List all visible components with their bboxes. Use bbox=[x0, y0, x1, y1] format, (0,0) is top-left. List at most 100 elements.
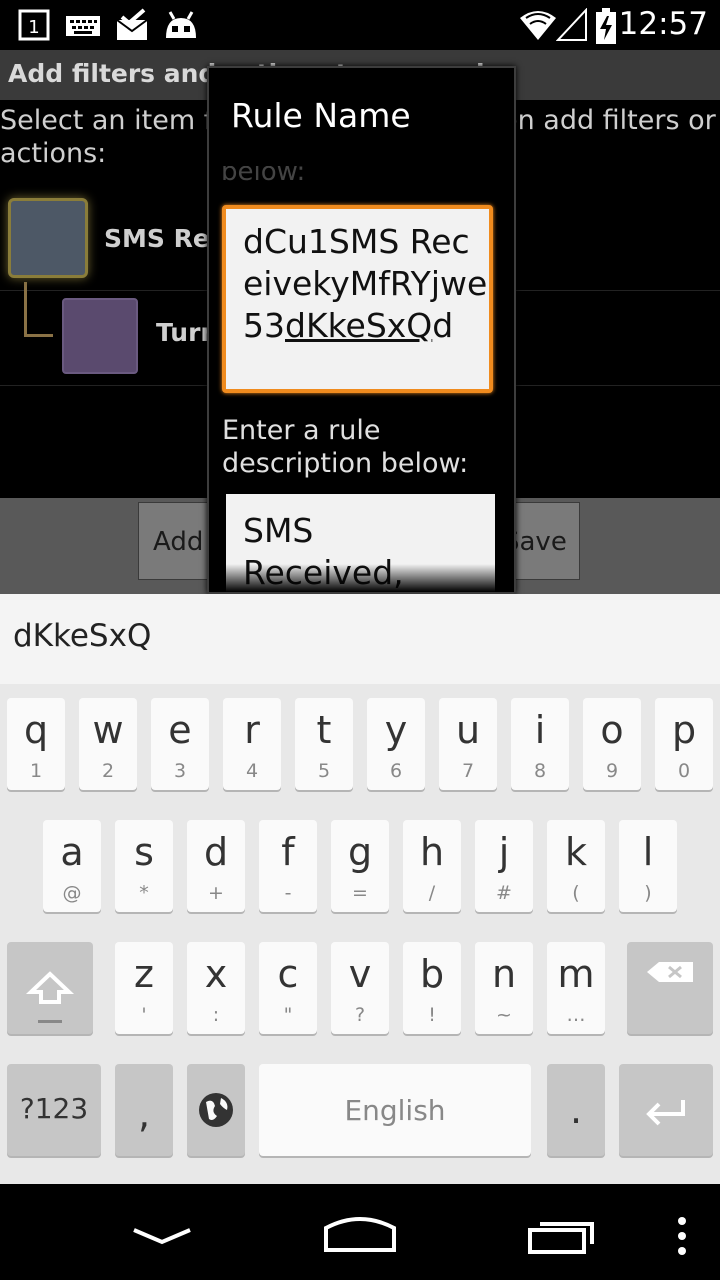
key-j[interactable]: j # bbox=[475, 820, 533, 912]
signal-icon bbox=[555, 7, 588, 42]
key-a[interactable]: a @ bbox=[43, 820, 101, 912]
key-p[interactable]: p0 bbox=[655, 698, 713, 790]
key-v[interactable]: v? bbox=[331, 942, 389, 1034]
key-d[interactable]: d + bbox=[187, 820, 245, 912]
navigation-bar bbox=[0, 1184, 720, 1280]
key-e[interactable]: e3 bbox=[151, 698, 209, 790]
key-sublabel: - bbox=[284, 882, 292, 904]
key-sublabel: 6 bbox=[389, 760, 403, 782]
language-key[interactable] bbox=[187, 1064, 245, 1156]
key-w[interactable]: w2 bbox=[79, 698, 137, 790]
key-m[interactable]: m… bbox=[547, 942, 605, 1034]
home-icon[interactable] bbox=[322, 1212, 398, 1256]
key-h[interactable]: h / bbox=[403, 820, 461, 912]
key-label: t bbox=[316, 708, 332, 752]
key-sublabel: @ bbox=[62, 882, 82, 904]
key-o[interactable]: o9 bbox=[583, 698, 641, 790]
key-r[interactable]: r4 bbox=[223, 698, 281, 790]
scrolled-hint-text: below: bbox=[221, 166, 306, 184]
status-bar: 1 12:57 bbox=[0, 0, 720, 50]
comma-label: , bbox=[137, 1092, 151, 1136]
enter-key[interactable] bbox=[619, 1064, 713, 1156]
key-z[interactable]: z ' bbox=[115, 942, 173, 1034]
key-g[interactable]: g = bbox=[331, 820, 389, 912]
description-label: Enter a rule description below: bbox=[222, 415, 469, 479]
menu-icon[interactable] bbox=[676, 1216, 688, 1256]
key-f[interactable]: f- bbox=[259, 820, 317, 912]
key-label: p bbox=[671, 708, 697, 752]
key-k[interactable]: k( bbox=[547, 820, 605, 912]
key-sublabel: 3 bbox=[173, 760, 187, 782]
battery-charging-icon bbox=[594, 8, 618, 44]
key-label: g bbox=[347, 830, 373, 874]
period-key[interactable]: . bbox=[547, 1064, 605, 1156]
key-s[interactable]: s * bbox=[115, 820, 173, 912]
backspace-icon bbox=[647, 962, 693, 982]
trigger-icon bbox=[8, 198, 88, 278]
key-sublabel: / bbox=[428, 882, 436, 904]
comma-key[interactable]: , bbox=[115, 1064, 173, 1156]
key-sublabel: ) bbox=[644, 882, 652, 904]
space-label: English bbox=[344, 1094, 446, 1127]
clock: 12:57 bbox=[618, 6, 708, 42]
key-sublabel: + bbox=[208, 882, 224, 904]
key-label: l bbox=[642, 830, 654, 874]
key-sublabel: 2 bbox=[101, 760, 115, 782]
key-label: q bbox=[23, 708, 49, 752]
enter-icon bbox=[646, 1100, 685, 1126]
key-sublabel: " bbox=[283, 1004, 293, 1026]
key-sublabel: ? bbox=[354, 1004, 366, 1026]
key-sublabel: : bbox=[212, 1004, 220, 1026]
soft-keyboard: q 1 w 2 e 3 r 4 t 5 y 6 u 7 i 8 o 9 p 0 a @ s * d + f - g = h / j # k(l) z '… bbox=[0, 684, 720, 1184]
recents-icon[interactable] bbox=[526, 1216, 598, 1256]
key-l[interactable]: l) bbox=[619, 820, 677, 912]
key-t[interactable]: t5 bbox=[295, 698, 353, 790]
space-key[interactable]: English bbox=[259, 1064, 531, 1156]
shift-key[interactable] bbox=[7, 942, 93, 1034]
key-sublabel: … bbox=[566, 1004, 586, 1026]
key-c[interactable]: c " bbox=[259, 942, 317, 1034]
notification-1-icon: 1 bbox=[18, 8, 52, 42]
key-sublabel: 4 bbox=[245, 760, 259, 782]
key-label: z bbox=[134, 952, 154, 996]
wifi-icon bbox=[518, 8, 558, 42]
key-label: s bbox=[134, 830, 154, 874]
scroll-fade bbox=[209, 564, 514, 592]
key-label: v bbox=[348, 952, 372, 996]
key-q[interactable]: q1 bbox=[7, 698, 65, 790]
android-icon bbox=[162, 8, 200, 42]
key-sublabel: = bbox=[352, 882, 368, 904]
key-y[interactable]: y6 bbox=[367, 698, 425, 790]
symbols-label: ?123 bbox=[19, 1092, 89, 1125]
suggestion-strip[interactable]: dKkeSxQ bbox=[0, 594, 720, 684]
delete-key[interactable] bbox=[627, 942, 713, 1034]
key-i[interactable]: i8 bbox=[511, 698, 569, 790]
rule-name-dialog: Rule Name below: dCu1SMS ReceivekyMfRYjw… bbox=[207, 66, 516, 594]
rule-name-input[interactable]: dCu1SMS ReceivekyMfRYjwe53dKkeSxQd bbox=[222, 205, 493, 393]
key-label: k bbox=[564, 830, 587, 874]
key-label: x bbox=[204, 952, 228, 996]
keyboard-icon bbox=[64, 8, 104, 42]
key-label: f bbox=[281, 830, 295, 874]
key-b[interactable]: b! bbox=[403, 942, 461, 1034]
key-sublabel: ( bbox=[572, 882, 580, 904]
key-n[interactable]: n ~ bbox=[475, 942, 533, 1034]
tree-connector bbox=[24, 282, 53, 337]
key-sublabel: ' bbox=[141, 1004, 147, 1026]
key-label: w bbox=[92, 708, 124, 752]
globe-icon bbox=[199, 1093, 233, 1127]
key-x[interactable]: x: bbox=[187, 942, 245, 1034]
key-label: n bbox=[491, 952, 517, 996]
back-icon[interactable] bbox=[130, 1224, 194, 1248]
composing-text: dKkeSxQ bbox=[285, 306, 433, 345]
key-sublabel: 7 bbox=[461, 760, 475, 782]
key-sublabel: 1 bbox=[29, 760, 43, 782]
key-sublabel: 9 bbox=[605, 760, 619, 782]
key-sublabel: 0 bbox=[677, 760, 691, 782]
shift-icon bbox=[25, 971, 75, 1023]
suggestion-word[interactable]: dKkeSxQ bbox=[13, 618, 151, 654]
symbols-key[interactable]: ?123 bbox=[7, 1064, 101, 1156]
key-u[interactable]: u7 bbox=[439, 698, 497, 790]
key-label: u bbox=[455, 708, 481, 752]
key-sublabel: # bbox=[496, 882, 512, 904]
